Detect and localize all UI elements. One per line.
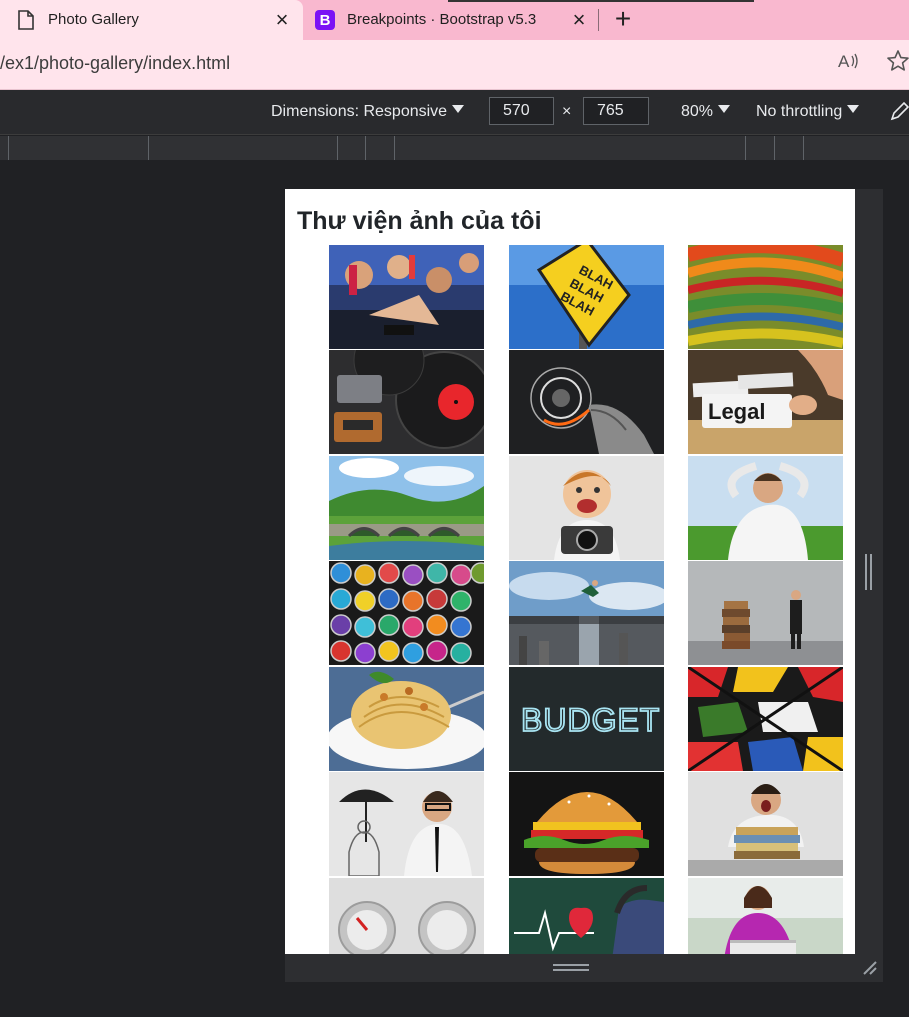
photo-businessman-umbrella[interactable] (329, 772, 484, 876)
dropdown-arrow-icon (847, 105, 860, 113)
tab-separator (598, 9, 599, 31)
width-input[interactable] (489, 97, 554, 125)
ruler-divider (394, 136, 395, 160)
photo-graffiti-wall[interactable] (688, 667, 843, 771)
height-input[interactable] (583, 97, 649, 125)
tab-title: Photo Gallery (48, 11, 139, 28)
dimension-separator: × (562, 103, 572, 120)
resize-handle-right[interactable] (865, 554, 873, 590)
tab-bootstrap-breakpoints[interactable]: B Breakpoints · Bootstrap v5.3 × (303, 0, 599, 40)
bootstrap-icon: B (314, 9, 336, 31)
ruler-divider (8, 136, 9, 160)
photo-burger[interactable] (509, 772, 664, 876)
dropdown-arrow-icon (718, 105, 731, 113)
zoom-dropdown[interactable]: 80% (681, 103, 731, 121)
photo-budget-chalkboard[interactable]: BUDGET (509, 667, 664, 771)
device-toolbar: Dimensions: Responsive × 80% No throttli… (0, 90, 909, 135)
photo-records-cassettes[interactable] (329, 350, 484, 454)
ruler-divider (774, 136, 775, 160)
pen-icon[interactable] (888, 100, 909, 129)
address-bar: /ex1/photo-gallery/index.html A (0, 40, 909, 90)
handle-line (553, 969, 589, 971)
photo-relaxed-man-field[interactable] (688, 456, 843, 560)
photo-woman-laptop[interactable] (688, 878, 843, 954)
resize-corner-icon[interactable] (860, 958, 878, 976)
dimensions-dropdown[interactable]: Dimensions: Responsive (271, 103, 465, 121)
ruler-divider (745, 136, 746, 160)
photo-heartbeat-chalkboard[interactable] (509, 878, 664, 954)
svg-text:BUDGET: BUDGET (521, 702, 660, 738)
ruler-divider (803, 136, 804, 160)
svg-text:A: A (838, 52, 850, 71)
handle-line (870, 554, 872, 590)
dimensions-label: Dimensions: Responsive (271, 103, 448, 120)
ruler-divider (365, 136, 366, 160)
tab-title: Breakpoints · Bootstrap v5.3 (347, 11, 537, 28)
photo-colorful-stripes[interactable] (688, 245, 843, 349)
tab-strip: Photo Gallery × B Breakpoints · Bootstra… (0, 0, 909, 40)
photo-digital-dial-hand[interactable] (509, 350, 664, 454)
ruler-divider (337, 136, 338, 160)
photo-blah-blah-sign[interactable]: BLAH BLAH BLAH (509, 245, 664, 349)
handle-line (553, 964, 589, 966)
favorite-star-icon[interactable] (886, 49, 909, 80)
zoom-label: 80% (681, 103, 714, 120)
page-title: Thư viện ảnh của tôi (297, 207, 542, 235)
ruler-divider (148, 136, 149, 160)
photo-spray-paint-cans[interactable] (329, 561, 484, 665)
svg-text:Legal: Legal (708, 399, 765, 424)
photo-legal-folder[interactable]: Legal (688, 350, 843, 454)
handle-line (865, 554, 867, 590)
photo-boy-with-camera[interactable] (509, 456, 664, 560)
throttling-dropdown[interactable]: No throttling (756, 103, 860, 121)
new-tab-button[interactable]: + (609, 5, 637, 34)
photo-knob-controls[interactable] (329, 878, 484, 954)
device-viewport: Thư viện ảnh của tôi BLAH BLAH BLAH Legal (285, 189, 855, 954)
tab-photo-gallery[interactable]: Photo Gallery × (0, 0, 303, 40)
close-tab-icon[interactable]: × (270, 8, 294, 32)
photo-man-jumping-bridge[interactable] (509, 561, 664, 665)
read-aloud-icon[interactable]: A (838, 51, 860, 76)
throttling-label: No throttling (756, 103, 843, 120)
dropdown-arrow-icon (452, 105, 465, 113)
url-field[interactable]: /ex1/photo-gallery/index.html (0, 53, 230, 74)
photo-pasta-dish[interactable] (329, 667, 484, 771)
resize-handle-bottom[interactable] (553, 964, 589, 972)
photo-yawning-man-papers[interactable] (688, 772, 843, 876)
media-query-bar[interactable] (0, 136, 909, 160)
bootstrap-logo: B (315, 10, 335, 30)
close-tab-icon[interactable]: × (567, 8, 591, 32)
photo-man-with-books[interactable] (688, 561, 843, 665)
page-icon (15, 9, 37, 31)
photo-stone-bridge-landscape[interactable] (329, 456, 484, 560)
photo-crowd-concert[interactable] (329, 245, 484, 349)
